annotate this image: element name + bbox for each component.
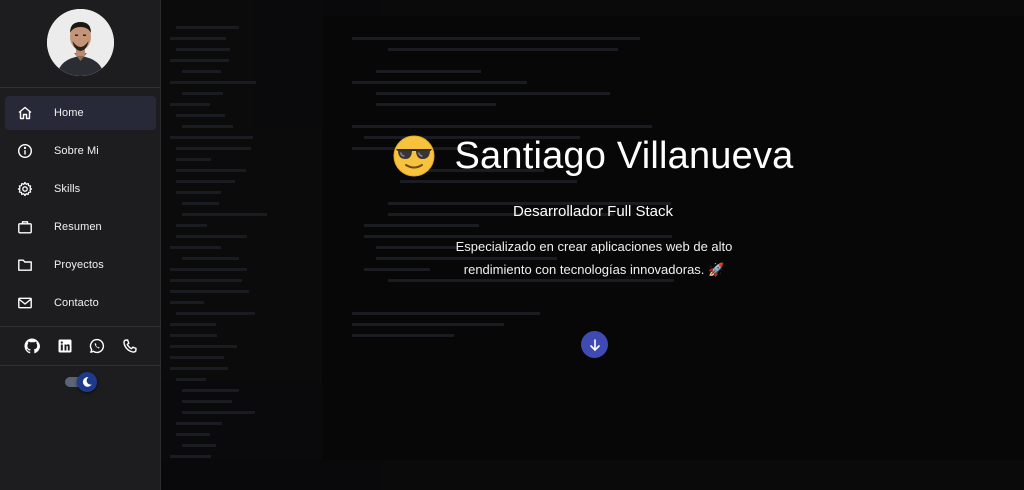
- hero-subtitle: Desarrollador Full Stack: [512, 203, 674, 220]
- nav-label-skills: Skills: [54, 183, 81, 195]
- sunglasses-emoji-icon: [392, 134, 436, 178]
- nav-label-resumen: Resumen: [54, 221, 102, 233]
- nav-item-home[interactable]: Home: [5, 96, 156, 130]
- social-links: [0, 326, 161, 366]
- home-icon: [17, 105, 33, 121]
- linkedin-icon[interactable]: [57, 338, 73, 354]
- moon-icon: [82, 377, 92, 387]
- hero-title: Santiago Villanueva: [454, 134, 794, 177]
- theme-toggle[interactable]: [65, 372, 97, 392]
- nav-label-home: Home: [54, 107, 84, 119]
- avatar-section: [0, 0, 160, 88]
- hero-section: Santiago Villanueva Desarrollador Full S…: [162, 0, 1024, 490]
- folder-icon: [17, 257, 33, 273]
- nav-label-sobre-mi: Sobre Mi: [54, 145, 99, 157]
- nav-item-proyectos[interactable]: Proyectos: [5, 248, 156, 282]
- hero-description: Especializado en crear aplicaciones web …: [455, 239, 733, 277]
- nav-item-skills[interactable]: Skills: [5, 172, 156, 206]
- hero-title-row: Santiago Villanueva: [162, 133, 1024, 179]
- whatsapp-icon[interactable]: [89, 338, 105, 354]
- nav-item-sobre-mi[interactable]: Sobre Mi: [5, 134, 156, 168]
- info-icon: [17, 143, 33, 159]
- hero-content: Santiago Villanueva Desarrollador Full S…: [162, 0, 1024, 490]
- phone-icon[interactable]: [122, 338, 138, 354]
- github-icon[interactable]: [24, 338, 40, 354]
- arrow-down-icon: [589, 338, 600, 351]
- sidebar: Home Sobre Mi Skills Resumen Proyectos C…: [0, 0, 161, 490]
- gear-icon: [17, 181, 33, 197]
- sidebar-nav: Home Sobre Mi Skills Resumen Proyectos C…: [0, 96, 161, 324]
- toggle-thumb: [77, 372, 97, 392]
- avatar: [47, 9, 114, 76]
- nav-label-contacto: Contacto: [54, 297, 99, 309]
- nav-item-resumen[interactable]: Resumen: [5, 210, 156, 244]
- nav-label-proyectos: Proyectos: [54, 259, 104, 271]
- mail-icon: [17, 295, 33, 311]
- nav-item-contacto[interactable]: Contacto: [5, 286, 156, 320]
- portfolio-app: Home Sobre Mi Skills Resumen Proyectos C…: [0, 0, 1024, 490]
- briefcase-icon: [17, 219, 33, 235]
- scroll-down-button[interactable]: [581, 331, 608, 358]
